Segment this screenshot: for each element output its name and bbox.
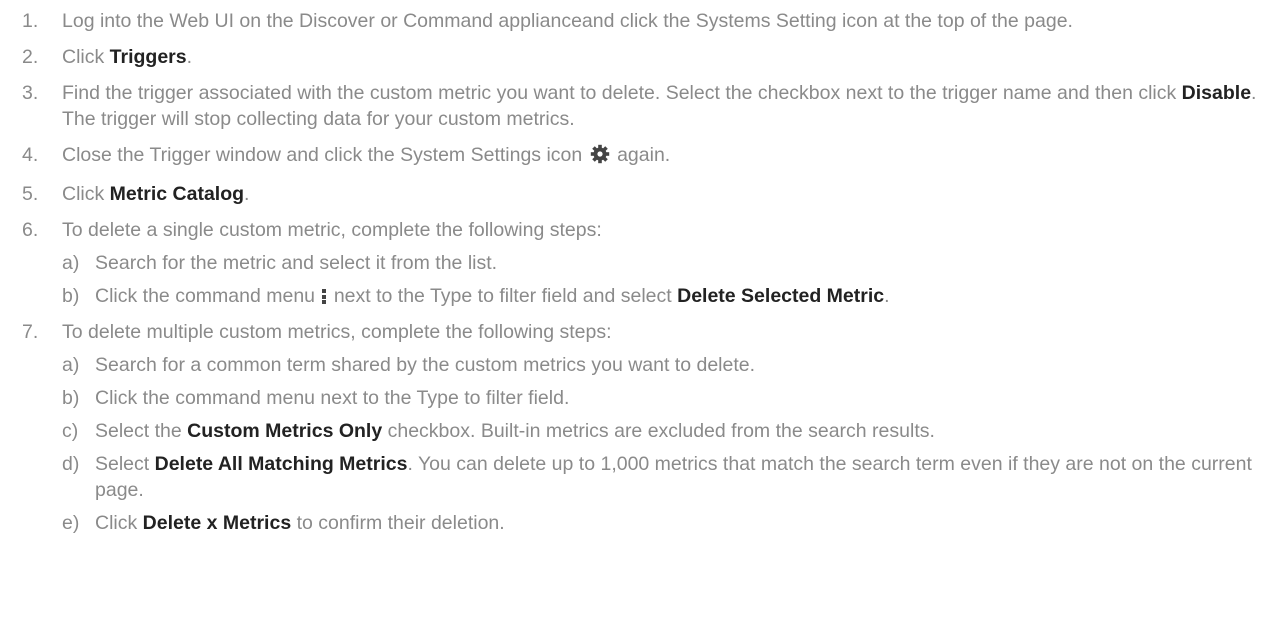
step-list: 1. Log into the Web UI on the Discover or… xyxy=(22,8,1260,536)
substep-letter: d) xyxy=(62,453,80,475)
substep-body: Click the command menu next to the Type … xyxy=(95,283,1260,309)
step-item: 2. Click Triggers. xyxy=(22,44,1260,70)
step-item: 5. Click Metric Catalog. xyxy=(22,181,1260,207)
step-text: Select the xyxy=(95,420,188,442)
step-body: Log into the Web UI on the Discover or C… xyxy=(62,8,1260,34)
substep-letter: e) xyxy=(62,512,80,534)
procedure-document: 1. Log into the Web UI on the Discover or… xyxy=(0,0,1274,630)
substep-body: Search for the metric and select it from… xyxy=(95,250,1260,276)
substep-letter: b) xyxy=(62,387,80,409)
substep-letter: b) xyxy=(62,285,80,307)
step-number: 7. xyxy=(22,321,39,343)
step-text: Find the trigger associated with the cus… xyxy=(62,82,1182,104)
step-text: next to the Type to filter field and sel… xyxy=(328,285,678,307)
step-text: again. xyxy=(611,144,671,166)
step-body: Close the Trigger window and click the S… xyxy=(62,142,1260,171)
step-number: 1. xyxy=(22,10,39,32)
substep-item: d) Select Delete All Matching Metrics. Yo… xyxy=(62,451,1260,503)
step-item: 6. To delete a single custom metric, comp… xyxy=(22,217,1260,309)
step-text: Close the Trigger window and click the S… xyxy=(62,144,588,166)
step-text: Click xyxy=(62,46,110,68)
step-line: Click Triggers. xyxy=(62,44,1260,70)
substep-body: Select the Custom Metrics Only checkbox.… xyxy=(95,418,1260,444)
step-line: Click Metric Catalog. xyxy=(62,181,1260,207)
step-line: Log into the Web UI on the Discover or C… xyxy=(62,8,1260,34)
step-item: 3. Find the trigger associated with the c… xyxy=(22,80,1260,132)
step-text: Select xyxy=(95,453,155,475)
step-text: Click xyxy=(62,183,110,205)
step-text: Search for a common term shared by the c… xyxy=(95,354,756,376)
ui-term: Custom Metrics Only xyxy=(187,420,383,442)
step-text: . xyxy=(884,285,890,307)
step-text: Click the command menu xyxy=(95,285,321,307)
ui-term: Disable xyxy=(1181,82,1252,104)
substep-letter: c) xyxy=(62,420,79,442)
step-number: 2. xyxy=(22,46,39,68)
substep-item: b) Click the command menu next to the Typ… xyxy=(62,385,1260,411)
substep-list: a) Search for the metric and select it fr… xyxy=(62,250,1260,309)
substep-item: e) Click Delete x Metrics to confirm thei… xyxy=(62,510,1260,536)
step-item: 1. Log into the Web UI on the Discover or… xyxy=(22,8,1260,34)
step-body: Find the trigger associated with the cus… xyxy=(62,80,1260,132)
kebab-menu-icon xyxy=(322,289,327,304)
step-text: checkbox. Built-in metrics are excluded … xyxy=(382,420,935,442)
ui-term: Delete All Matching Metrics xyxy=(154,453,408,475)
step-number: 5. xyxy=(22,183,39,205)
substep-item: b) Click the command menu next to the Typ… xyxy=(62,283,1260,309)
step-body: Click Triggers. xyxy=(62,44,1260,70)
substep-list: a) Search for a common term shared by the… xyxy=(62,352,1260,536)
step-number: 3. xyxy=(22,82,39,104)
ui-term: Triggers xyxy=(109,46,187,68)
step-text: to confirm their deletion. xyxy=(291,512,505,534)
step-text: Log into the Web UI on the Discover or C… xyxy=(62,10,1073,32)
substep-item: c) Select the Custom Metrics Only checkbo… xyxy=(62,418,1260,444)
step-text: To delete a single custom metric, comple… xyxy=(62,219,602,241)
step-line: Close the Trigger window and click the S… xyxy=(62,142,1260,171)
step-body: To delete multiple custom metrics, compl… xyxy=(62,319,1260,536)
substep-letter: a) xyxy=(62,354,80,376)
ui-term: Delete Selected Metric xyxy=(677,285,885,307)
gear-icon xyxy=(590,144,610,171)
step-text: . xyxy=(186,46,193,68)
step-text: Click xyxy=(95,512,143,534)
step-line: Find the trigger associated with the cus… xyxy=(62,80,1260,132)
substep-letter: a) xyxy=(62,252,80,274)
step-number: 4. xyxy=(22,144,39,166)
step-body: To delete a single custom metric, comple… xyxy=(62,217,1260,309)
step-item: 7. To delete multiple custom metrics, com… xyxy=(22,319,1260,536)
substep-body: Search for a common term shared by the c… xyxy=(95,352,1260,378)
ui-term: Delete x Metrics xyxy=(142,512,292,534)
step-text: Click the command menu next to the Type … xyxy=(95,387,570,409)
substep-body: Click Delete x Metrics to confirm their … xyxy=(95,510,1260,536)
step-line: To delete multiple custom metrics, compl… xyxy=(62,319,1260,345)
substep-body: Click the command menu next to the Type … xyxy=(95,385,1260,411)
step-text: Search for the metric and select it from… xyxy=(95,252,498,274)
step-body: Click Metric Catalog. xyxy=(62,181,1260,207)
ui-term: Metric Catalog xyxy=(109,183,245,205)
substep-item: a) Search for a common term shared by the… xyxy=(62,352,1260,378)
substep-body: Select Delete All Matching Metrics. You … xyxy=(95,451,1260,503)
step-item: 4. Close the Trigger window and click the… xyxy=(22,142,1260,171)
substep-item: a) Search for the metric and select it fr… xyxy=(62,250,1260,276)
step-text: . xyxy=(244,183,250,205)
step-line: To delete a single custom metric, comple… xyxy=(62,217,1260,243)
step-text: To delete multiple custom metrics, compl… xyxy=(62,321,612,343)
step-number: 6. xyxy=(22,219,39,241)
